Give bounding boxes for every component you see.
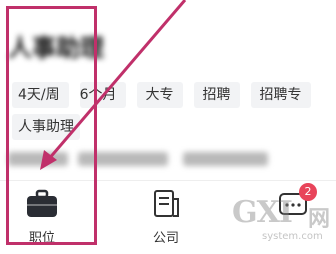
watermark-brand-cn: 网 — [307, 207, 330, 232]
watermark-domain: system.com — [262, 231, 323, 242]
site-watermark: GXI 网 system.com — [232, 195, 332, 249]
watermark-brand: GXI — [232, 195, 293, 230]
